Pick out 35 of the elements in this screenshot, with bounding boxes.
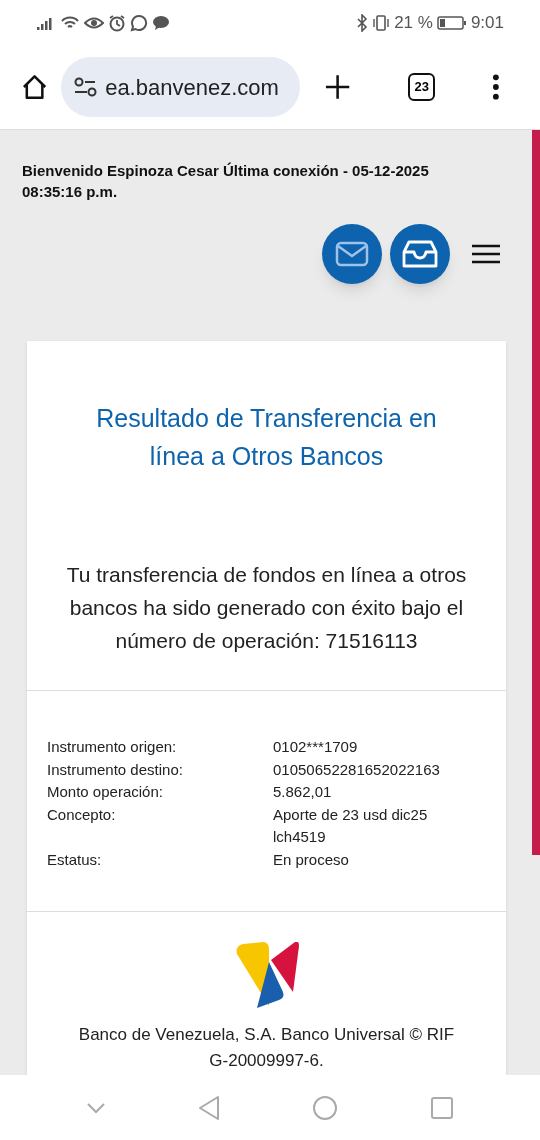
result-title: Resultado de Transferencia en línea a Otros Bancos bbox=[95, 403, 438, 472]
detail-value: 5.862,01 bbox=[273, 782, 333, 802]
message-icon bbox=[152, 14, 170, 31]
battery-percent: 21 % bbox=[394, 11, 433, 34]
envelope-icon bbox=[335, 241, 369, 267]
detail-label: Instrumento destino: bbox=[47, 759, 184, 780]
more-menu-icon[interactable] bbox=[492, 73, 501, 101]
clock-time: 9:01 bbox=[470, 11, 504, 34]
address-bar[interactable]: ea.banvenez.com bbox=[61, 57, 300, 117]
detail-value: Aporte de 23 usd dic25 lch4519 bbox=[273, 804, 429, 847]
detail-value: 01050652281652022163 bbox=[273, 759, 441, 780]
detail-label: Estatus: bbox=[47, 849, 103, 870]
battery-icon bbox=[436, 14, 467, 31]
site-settings-icon[interactable] bbox=[73, 76, 98, 98]
detail-label: Concepto: bbox=[47, 804, 117, 825]
welcome-text: Bienvenido Espinoza Cesar Última conexión - 05-12-2025 08:35:16 p.m. bbox=[21, 161, 430, 202]
inbox-button[interactable] bbox=[390, 224, 450, 284]
footer-text: Banco de Venezuela, S.A. Banco Universal © RIF G-20009997-6. bbox=[77, 1024, 456, 1072]
inbox-tray-icon bbox=[401, 240, 439, 268]
alarm-icon bbox=[108, 13, 126, 32]
url-text: ea.banvenez.com bbox=[105, 73, 279, 102]
result-message: Tu transferencia de fondos en línea a otros bancos ha sido generado con éxito bajo el número de operación: 71516113 bbox=[65, 562, 468, 654]
mail-button[interactable] bbox=[322, 224, 382, 284]
detail-label: Monto operación: bbox=[47, 782, 164, 802]
bluetooth-icon bbox=[356, 13, 369, 32]
wifi-icon bbox=[60, 14, 80, 31]
menu-icon[interactable] bbox=[472, 244, 500, 264]
detail-label: Instrumento origen: bbox=[47, 737, 178, 757]
logo-icon bbox=[234, 942, 299, 1008]
chat-bubble-icon bbox=[130, 13, 148, 32]
detail-value: 0102***1709 bbox=[273, 737, 359, 757]
tab-count[interactable]: 23 bbox=[408, 73, 436, 101]
vibrate-icon bbox=[372, 13, 391, 32]
detail-value: En proceso bbox=[273, 849, 350, 870]
new-tab-icon[interactable] bbox=[323, 73, 352, 101]
